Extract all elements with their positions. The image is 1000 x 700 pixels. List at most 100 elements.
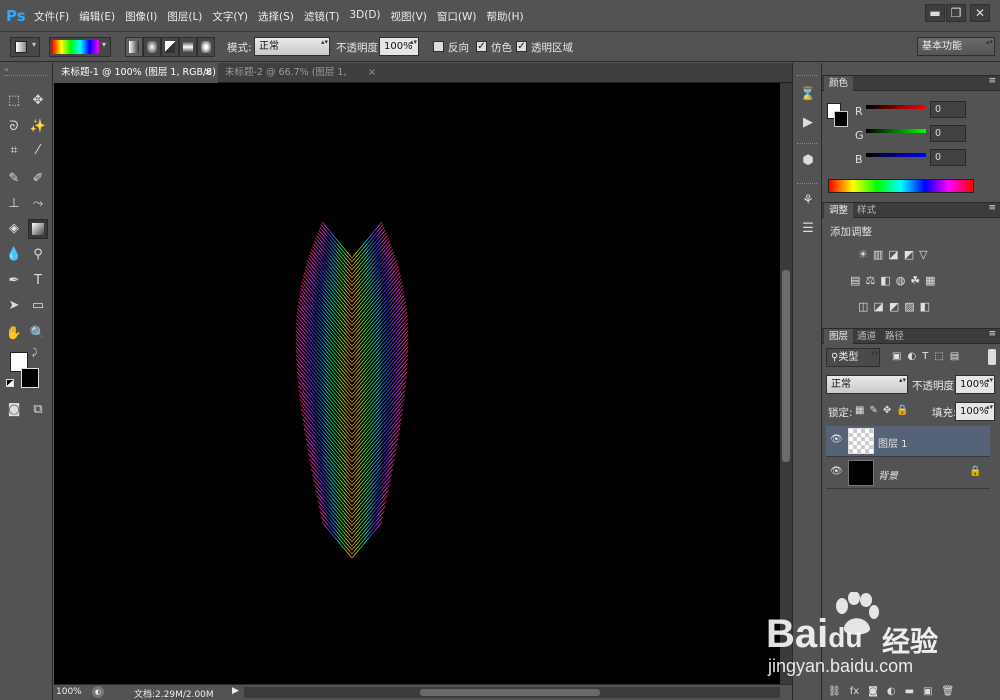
strip-grip[interactable] (797, 183, 817, 184)
eye-icon[interactable]: 👁 (830, 466, 843, 477)
exposure-icon[interactable]: ◩ (904, 248, 914, 262)
move-tool-icon[interactable]: ✥ (28, 91, 48, 111)
properties-sliders-icon[interactable]: ☰ (798, 219, 818, 239)
menu-filter[interactable]: 滤镜(T) (304, 9, 340, 24)
g-input[interactable]: 0 (930, 125, 966, 142)
history-icon[interactable]: ⌛ (798, 85, 818, 105)
color-balance-icon[interactable]: ⚖ (865, 274, 875, 288)
posterize-icon[interactable]: ◪ (873, 300, 883, 314)
menu-3d[interactable]: 3D(D) (349, 9, 380, 24)
tab-document-2[interactable]: 未标题-2 @ 66.7% (图层 1, RGB/8) * × (218, 63, 382, 98)
tool-preset-picker[interactable]: ▾ (10, 37, 40, 57)
transparency-checkbox[interactable]: ✓ (516, 41, 527, 52)
toolbox-grip[interactable] (4, 75, 48, 77)
3d-cube-icon[interactable]: ⬢ (798, 151, 818, 171)
tab-adjustments[interactable]: 调整 (824, 203, 854, 218)
vibrance-icon[interactable]: ▽ (919, 248, 927, 262)
history-brush-tool-icon[interactable]: ⤳ (28, 194, 48, 214)
menu-help[interactable]: 帮助(H) (487, 9, 524, 24)
color-spectrum-bar[interactable] (828, 179, 974, 193)
vertical-scroll-thumb[interactable] (782, 270, 790, 462)
radial-gradient-button[interactable] (143, 37, 161, 57)
opacity-input[interactable]: 100% (379, 37, 419, 56)
filter-toggle[interactable] (988, 349, 996, 365)
tab-layers[interactable]: 图层 (824, 329, 854, 344)
zoom-tool-icon[interactable]: 🔍 (28, 324, 48, 344)
horizontal-scrollbar[interactable] (244, 687, 780, 698)
black-white-icon[interactable]: ◧ (880, 274, 890, 288)
eraser-tool-icon[interactable]: ◈ (4, 219, 24, 239)
b-slider[interactable] (866, 153, 926, 157)
menu-edit[interactable]: 编辑(E) (79, 9, 115, 24)
type-tool-icon[interactable]: T (28, 271, 48, 291)
linear-gradient-button[interactable] (125, 37, 143, 57)
photo-filter-icon[interactable]: ◍ (896, 274, 906, 288)
tab-channels[interactable]: 通道 (852, 329, 881, 344)
menu-select[interactable]: 选择(S) (258, 9, 294, 24)
magic-wand-tool-icon[interactable]: ✨ (28, 117, 48, 137)
swap-colors-icon[interactable]: ⤸ (32, 348, 37, 358)
eye-icon[interactable]: 👁 (830, 434, 843, 445)
invert-icon[interactable]: ◫ (858, 300, 868, 314)
gradient-picker[interactable]: ▾ (49, 37, 111, 57)
actions-play-icon[interactable]: ▶ (798, 113, 818, 133)
marquee-tool-icon[interactable]: ⬚ (4, 91, 24, 111)
blur-tool-icon[interactable]: 💧 (4, 245, 24, 265)
pen-tool-icon[interactable]: ✒ (4, 271, 24, 291)
close-icon[interactable]: × (204, 63, 212, 83)
curves-icon[interactable]: ◪ (888, 248, 898, 262)
healing-brush-tool-icon[interactable]: ✎ (4, 169, 24, 189)
g-slider[interactable] (866, 129, 926, 133)
lock-pixels-icon[interactable]: ✎ (869, 405, 877, 417)
lock-all-icon[interactable]: 🔒 (896, 405, 908, 417)
path-selection-tool-icon[interactable]: ➤ (4, 296, 24, 316)
diamond-gradient-button[interactable] (197, 37, 215, 57)
lock-transparent-icon[interactable]: ▦ (855, 405, 864, 417)
tab-styles[interactable]: 样式 (852, 203, 881, 218)
panel-menu-icon[interactable]: ≡ (988, 203, 996, 213)
strip-grip[interactable] (797, 143, 817, 144)
info-icon[interactable]: ◐ (92, 686, 104, 698)
panel-menu-icon[interactable]: ≡ (988, 329, 996, 339)
levels-icon[interactable]: ▥ (873, 248, 883, 262)
type-filter-icon[interactable]: T (922, 351, 928, 365)
hue-saturation-icon[interactable]: ▤ (850, 274, 860, 288)
strip-grip[interactable] (797, 75, 817, 76)
color-background-swatch[interactable] (834, 111, 848, 127)
pixel-filter-icon[interactable]: ▣ (892, 351, 901, 365)
restore-button[interactable]: ❐ (946, 4, 966, 22)
layer-filter-select[interactable]: ⚲类型 (826, 348, 880, 367)
quick-mask-icon[interactable]: ◙ (4, 400, 24, 420)
tab-document-1[interactable]: 未标题-1 @ 100% (图层 1, RGB/8) * × (54, 63, 218, 98)
zoom-level[interactable]: 100% (56, 687, 82, 697)
menu-view[interactable]: 视图(V) (391, 9, 427, 24)
layer-opacity-input[interactable]: 100% (955, 375, 995, 394)
lasso-tool-icon[interactable]: ᘐ (4, 117, 24, 137)
eyedropper-tool-icon[interactable]: ⁄ (28, 141, 48, 161)
b-input[interactable]: 0 (930, 149, 966, 166)
reverse-checkbox[interactable] (433, 41, 444, 52)
screen-mode-icon[interactable]: ⧉ (28, 400, 48, 420)
close-icon[interactable]: × (368, 63, 376, 83)
background-color-swatch[interactable] (21, 368, 39, 388)
brush-tool-icon[interactable]: ✐ (28, 169, 48, 189)
adjustment-filter-icon[interactable]: ◐ (907, 351, 916, 365)
selective-color-icon[interactable]: ◧ (920, 300, 930, 314)
r-slider[interactable] (866, 105, 926, 109)
dodge-tool-icon[interactable]: ⚲ (28, 245, 48, 265)
layer-row-1[interactable]: 👁 图层 1 (826, 426, 990, 457)
layer-row-background[interactable]: 👁 背景 🔒 (826, 458, 990, 489)
status-menu-arrow-icon[interactable]: ▶ (232, 686, 239, 696)
menu-layer[interactable]: 图层(L) (167, 9, 202, 24)
blend-mode-select[interactable]: 正常 (826, 375, 908, 394)
hand-tool-icon[interactable]: ✋ (4, 324, 24, 344)
collapse-icon[interactable]: « (4, 65, 9, 74)
angle-gradient-button[interactable] (161, 37, 179, 57)
menu-type[interactable]: 文字(Y) (212, 9, 248, 24)
default-colors-icon[interactable] (6, 379, 14, 387)
dither-checkbox[interactable]: ✓ (476, 41, 487, 52)
brightness-icon[interactable]: ☀ (858, 248, 868, 262)
crop-tool-icon[interactable]: ⌗ (4, 141, 24, 161)
mode-select[interactable]: 正常 (254, 37, 330, 56)
gradient-tool-icon[interactable] (28, 219, 48, 239)
